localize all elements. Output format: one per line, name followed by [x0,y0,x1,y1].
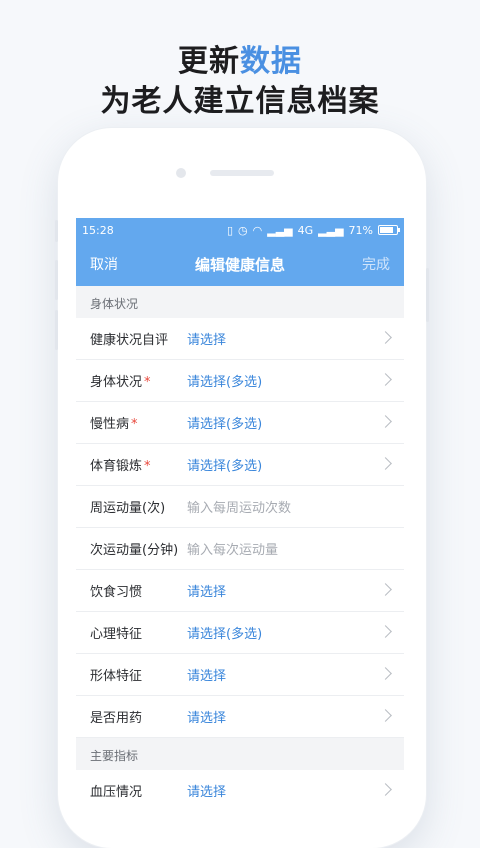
form-row[interactable]: 次运动量(分钟) 输入每次运动量 [76,528,404,570]
headline-text: 更新 [178,44,240,79]
form-row-select[interactable]: 请选择 [187,581,226,600]
chevron-right-icon [379,583,392,596]
mute-switch [55,220,58,242]
form-row[interactable]: 是否用药 请选择 [76,696,404,738]
battery-label: 71% [348,223,373,237]
battery-icon [378,225,400,235]
form-row-label-text: 是否用药 [90,711,143,726]
signal-icon-2: ▂▃▅ [318,223,344,237]
form-row-select[interactable]: 请选择(多选) [187,413,262,432]
status-time: 15:28 [82,223,114,237]
chevron-right-icon [379,709,392,722]
vibrate-icon: ▯ [226,223,234,237]
form-row-select[interactable]: 请选择 [187,665,226,684]
promo-headline-line1: 更新数据 [0,36,480,80]
form-row-label-text: 形体特征 [90,669,143,684]
form-row[interactable]: 健康状况自评 请选择 [76,318,404,360]
form-row-select[interactable]: 请选择(多选) [187,371,262,390]
speaker-grille [210,170,274,176]
form-row-label: 形体特征 [90,665,187,684]
form-row-label: 饮食习惯 [90,581,187,600]
form-row-select[interactable]: 请选择 [187,707,226,726]
required-mark: * [144,375,151,390]
promo-headline-line2: 为老人建立信息档案 [100,84,380,119]
form-row-label: 次运动量(分钟) [90,539,187,558]
alarm-icon: ◷ [238,223,248,237]
form-row-select[interactable]: 请选择 [187,781,226,800]
form-row-label: 身体状况 * [90,371,187,390]
form-row[interactable]: 形体特征 请选择 [76,654,404,696]
nav-bar: 取消 编辑健康信息 完成 [76,242,404,286]
app-screen: 15:28 ▯ ◷ ◠ ▂▃▅ 4G ▂▃▅ 71% 取消 编辑健康信息 完成 … [76,218,404,800]
form-row-select[interactable]: 请选择(多选) [187,623,262,642]
form-row[interactable]: 饮食习惯 请选择 [76,570,404,612]
form-row[interactable]: 心理特征 请选择(多选) [76,612,404,654]
form-row[interactable]: 身体状况 * 请选择(多选) [76,360,404,402]
page-title: 编辑健康信息 [194,255,285,274]
form-row-label: 心理特征 [90,623,187,642]
form-row-label-text: 心理特征 [90,627,143,642]
form-row-label: 慢性病 * [90,413,187,432]
form-row-label-text: 饮食习惯 [90,585,143,600]
required-mark: * [131,417,138,432]
chevron-right-icon [379,331,392,344]
form-row-label-text: 健康状况自评 [90,333,169,348]
form-row[interactable]: 体育锻炼 * 请选择(多选) [76,444,404,486]
network-label: 4G [297,223,314,237]
form-row-label-text: 次运动量(分钟) [90,543,179,558]
form-row-label-text: 身体状况 [90,375,143,390]
status-icons: ▯ ◷ ◠ ▂▃▅ 4G ▂▃▅ 71% [226,223,400,237]
form-row-label-text: 体育锻炼 [90,459,143,474]
status-bar: 15:28 ▯ ◷ ◠ ▂▃▅ 4G ▂▃▅ 71% [76,218,404,242]
chevron-right-icon [379,415,392,428]
form-row[interactable]: 周运动量(次) 输入每周运动次数 [76,486,404,528]
form-row-label-text: 血压情况 [90,785,143,800]
cancel-button[interactable]: 取消 [90,254,118,274]
form-row-label-text: 慢性病 [90,417,130,432]
form-row-label-text: 周运动量(次) [90,501,166,516]
form-row-label: 体育锻炼 * [90,455,187,474]
chevron-right-icon [379,625,392,638]
chevron-right-icon [379,783,392,796]
section-header-body: 身体状况 [90,297,139,311]
volume-up-button [55,260,58,300]
form-row-select[interactable]: 请选择(多选) [187,455,262,474]
required-mark: * [144,459,151,474]
headline-accent: 数据 [240,44,302,79]
form-row[interactable]: 血压情况 请选择 [76,770,404,800]
chevron-right-icon [379,373,392,386]
form-list-main: 血压情况 请选择 [76,770,404,800]
signal-icon: ▂▃▅ [267,223,293,237]
volume-down-button [55,310,58,350]
form-list-body: 健康状况自评 请选择 身体状况 * 请选择(多选) 慢性病 * 请选择(多选) 体育锻炼 * 请选择… [76,318,404,738]
form-row-label: 是否用药 [90,707,187,726]
done-button[interactable]: 完成 [362,254,390,274]
camera-icon [176,168,186,178]
form-row-input[interactable]: 输入每次运动量 [187,539,278,558]
chevron-right-icon [379,457,392,470]
form-row-input[interactable]: 输入每周运动次数 [187,497,291,516]
form-row-select[interactable]: 请选择 [187,329,226,348]
form-row-label: 血压情况 [90,781,187,800]
chevron-right-icon [379,667,392,680]
form-row[interactable]: 慢性病 * 请选择(多选) [76,402,404,444]
section-header-main: 主要指标 [90,749,139,763]
form-row-label: 周运动量(次) [90,497,187,516]
power-button [426,268,429,322]
form-row-label: 健康状况自评 [90,329,187,348]
wifi-icon: ◠ [252,223,263,237]
